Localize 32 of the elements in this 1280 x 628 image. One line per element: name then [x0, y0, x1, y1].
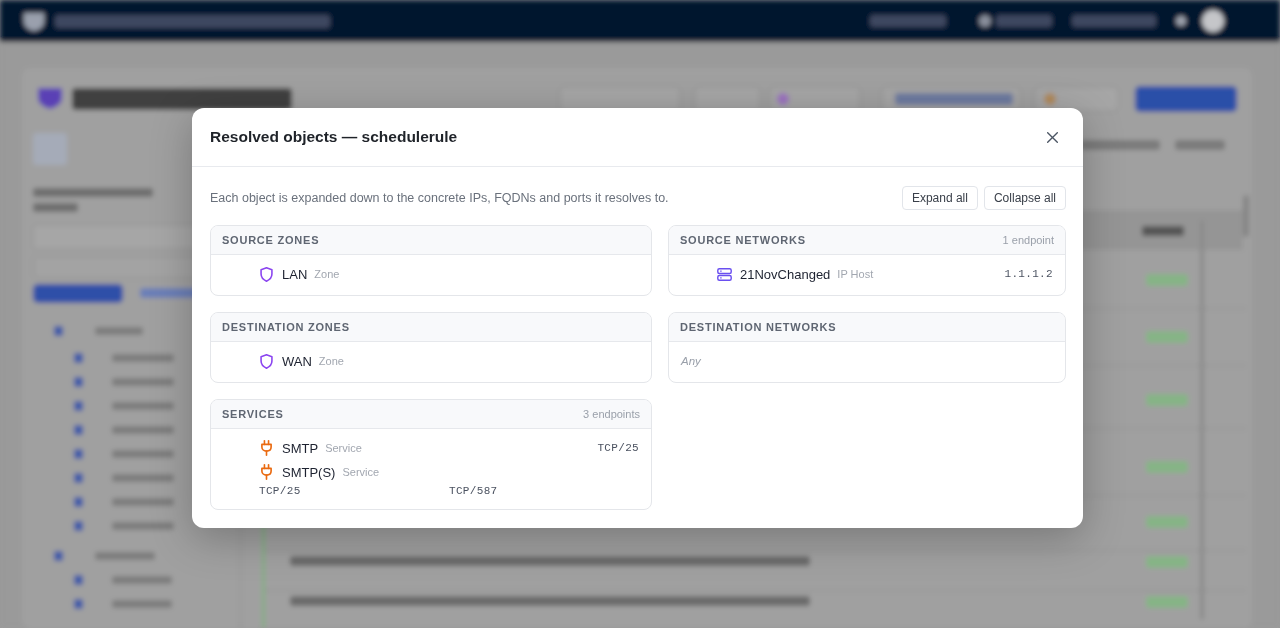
resolved-value: TCP/25 [597, 442, 639, 454]
object-name: SMTP(S) [282, 464, 336, 480]
collapse-all-button[interactable]: Collapse all [983, 186, 1066, 210]
shield-icon [260, 353, 273, 369]
server-icon [717, 267, 732, 281]
object-type: Service [325, 442, 362, 454]
object-name: SMTP [282, 440, 319, 456]
modal-title: Resolved objects — schedulerule [210, 128, 458, 146]
object-name: LAN [282, 266, 308, 282]
endpoint-count: 3 endpoints [583, 408, 640, 420]
object-type: Zone [318, 355, 344, 367]
any-value-text: Any [681, 355, 701, 367]
section-title: DESTINATION ZONES [222, 321, 350, 333]
resolved-value: TCP/25 [259, 485, 301, 497]
section-title: SOURCE ZONES [222, 234, 320, 246]
object-type: Zone [314, 268, 340, 280]
expand-all-button[interactable]: Expand all [901, 186, 978, 210]
object-type: Service [342, 466, 380, 478]
resolved-value: TCP/587 [449, 485, 498, 497]
modal-description: Each object is expanded down to the concrete IPs, FQDNs and ports it resolves to. [210, 191, 669, 205]
section-title: DESTINATION NETWORKS [680, 321, 837, 333]
close-icon [1047, 131, 1058, 143]
section-title: SERVICES [222, 408, 284, 420]
shield-icon [260, 266, 273, 282]
endpoint-count: 1 endpoint [1002, 234, 1054, 246]
object-type: IP Host [837, 268, 874, 280]
object-name: WAN [282, 353, 312, 369]
section-title: SOURCE NETWORKS [680, 234, 806, 246]
plug-icon [261, 464, 272, 480]
resolved-value: 1.1.1.2 [1004, 268, 1053, 280]
plug-icon [261, 440, 272, 456]
object-name: 21NovChanged [740, 266, 831, 282]
